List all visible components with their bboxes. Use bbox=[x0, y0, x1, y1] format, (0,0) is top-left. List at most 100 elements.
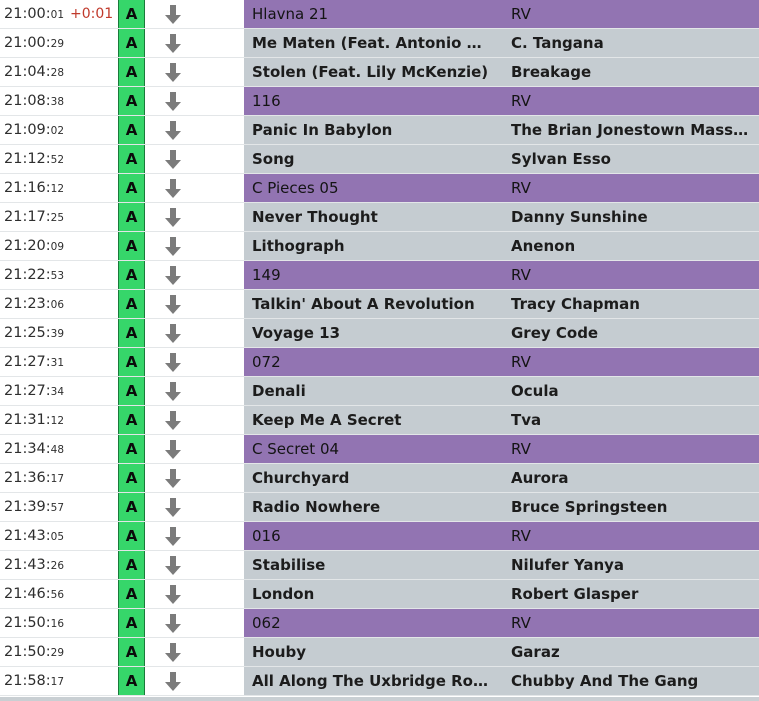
status-badge[interactable]: A bbox=[118, 290, 145, 318]
status-badge[interactable]: A bbox=[118, 667, 145, 695]
track-cell[interactable]: Me Maten (Feat. Antonio Ca... C. Tangana bbox=[244, 29, 759, 57]
arrow-down-icon[interactable] bbox=[162, 177, 184, 199]
status-badge[interactable]: A bbox=[118, 232, 145, 260]
arrow-down-icon[interactable] bbox=[162, 496, 184, 518]
status-badge[interactable]: A bbox=[118, 174, 145, 202]
arrow-down-icon[interactable] bbox=[162, 322, 184, 344]
track-cell[interactable]: Stabilise Nilufer Yanya bbox=[244, 551, 759, 579]
status-badge[interactable]: A bbox=[118, 261, 145, 289]
status-badge[interactable]: A bbox=[118, 87, 145, 115]
track-cell[interactable]: Song Sylvan Esso bbox=[244, 145, 759, 173]
arrow-down-icon[interactable] bbox=[162, 3, 184, 25]
playlist-row[interactable]: 21:50:16 A 062 RV bbox=[0, 609, 759, 638]
break-cell[interactable]: 149 RV bbox=[244, 261, 759, 289]
track-cell[interactable]: Churchyard Aurora bbox=[244, 464, 759, 492]
playlist-row[interactable]: 21:25:39 A Voyage 13 Grey Code bbox=[0, 319, 759, 348]
arrow-down-icon[interactable] bbox=[162, 438, 184, 460]
break-cell[interactable]: C Pieces 05 RV bbox=[244, 174, 759, 202]
status-badge[interactable]: A bbox=[118, 145, 145, 173]
status-badge[interactable]: A bbox=[118, 319, 145, 347]
arrow-down-icon[interactable] bbox=[162, 235, 184, 257]
arrow-down-icon[interactable] bbox=[162, 583, 184, 605]
track-cell[interactable]: Denali Ocula bbox=[244, 377, 759, 405]
track-artist: Danny Sunshine bbox=[511, 208, 648, 226]
track-cell[interactable]: All Along The Uxbridge Road Chubby And Th… bbox=[244, 667, 759, 695]
track-cell[interactable]: Houby Garaz bbox=[244, 638, 759, 666]
status-badge[interactable]: A bbox=[118, 435, 145, 463]
playlist-row[interactable]: 21:20:09 A Lithograph Anenon bbox=[0, 232, 759, 261]
break-cell[interactable]: 016 RV bbox=[244, 522, 759, 550]
status-badge[interactable]: A bbox=[118, 551, 145, 579]
playlist-row[interactable]: 21:58:17 A All Along The Uxbridge Road Chub… bbox=[0, 667, 759, 696]
track-cell[interactable]: Talkin' About A Revolution Tracy Chapman bbox=[244, 290, 759, 318]
status-badge[interactable]: A bbox=[118, 493, 145, 521]
status-badge[interactable]: A bbox=[118, 580, 145, 608]
arrow-down-icon[interactable] bbox=[162, 554, 184, 576]
arrow-down-icon[interactable] bbox=[162, 525, 184, 547]
playlist-row[interactable]: 21:43:05 A 016 RV bbox=[0, 522, 759, 551]
track-cell[interactable]: Keep Me A Secret Tva bbox=[244, 406, 759, 434]
playlist-row[interactable]: 21:00:29 A Me Maten (Feat. Antonio Ca... C.… bbox=[0, 29, 759, 58]
arrow-down-icon[interactable] bbox=[162, 641, 184, 663]
status-badge[interactable]: A bbox=[118, 406, 145, 434]
arrow-down-icon[interactable] bbox=[162, 264, 184, 286]
arrow-down-icon[interactable] bbox=[162, 467, 184, 489]
status-badge[interactable]: A bbox=[118, 58, 145, 86]
arrow-down-icon[interactable] bbox=[162, 670, 184, 692]
arrow-down-icon[interactable] bbox=[162, 612, 184, 634]
playlist-row[interactable]: 21:36:17 A Churchyard Aurora bbox=[0, 464, 759, 493]
arrow-down-icon[interactable] bbox=[162, 61, 184, 83]
break-cell[interactable]: 072 RV bbox=[244, 348, 759, 376]
status-badge[interactable]: A bbox=[118, 348, 145, 376]
playlist-row[interactable]: 21:12:52 A Song Sylvan Esso bbox=[0, 145, 759, 174]
arrow-down-icon[interactable] bbox=[162, 119, 184, 141]
status-badge[interactable]: A bbox=[118, 0, 145, 28]
arrow-down-icon[interactable] bbox=[162, 380, 184, 402]
track-cell[interactable]: Panic In Babylon The Brian Jonestown Mass… bbox=[244, 116, 759, 144]
playlist-row[interactable]: 21:27:31 A 072 RV bbox=[0, 348, 759, 377]
playlist-row[interactable]: 21:17:25 A Never Thought Danny Sunshine bbox=[0, 203, 759, 232]
playlist-row[interactable]: 21:22:53 A 149 RV bbox=[0, 261, 759, 290]
start-time-seconds: 25 bbox=[50, 212, 65, 224]
break-cell[interactable]: C Secret 04 RV bbox=[244, 435, 759, 463]
status-badge[interactable]: A bbox=[118, 464, 145, 492]
playlist-row[interactable]: 21:23:06 A Talkin' About A Revolution Tracy… bbox=[0, 290, 759, 319]
break-cell[interactable]: Hlavna 21 RV bbox=[244, 0, 759, 28]
status-badge[interactable]: A bbox=[118, 609, 145, 637]
arrow-down-icon[interactable] bbox=[162, 32, 184, 54]
track-cell[interactable]: London Robert Glasper bbox=[244, 580, 759, 608]
status-badge[interactable]: A bbox=[118, 638, 145, 666]
arrow-down-icon[interactable] bbox=[162, 351, 184, 373]
status-badge[interactable]: A bbox=[118, 203, 145, 231]
arrow-down-icon[interactable] bbox=[162, 409, 184, 431]
track-cell[interactable]: Never Thought Danny Sunshine bbox=[244, 203, 759, 231]
arrow-down-icon[interactable] bbox=[162, 206, 184, 228]
playlist-row[interactable]: 21:27:34 A Denali Ocula bbox=[0, 377, 759, 406]
track-cell[interactable]: Radio Nowhere Bruce Springsteen bbox=[244, 493, 759, 521]
status-badge[interactable]: A bbox=[118, 116, 145, 144]
playlist-row[interactable]: 21:46:56 A London Robert Glasper bbox=[0, 580, 759, 609]
arrow-down-icon[interactable] bbox=[162, 90, 184, 112]
playlist-row[interactable]: 21:09:02 A Panic In Babylon The Brian Jones… bbox=[0, 116, 759, 145]
arrow-down-icon[interactable] bbox=[162, 293, 184, 315]
playlist-row[interactable]: 21:08:38 A 116 RV bbox=[0, 87, 759, 116]
playlist-row[interactable]: 21:34:48 A C Secret 04 RV bbox=[0, 435, 759, 464]
start-time-hm: 21:43: bbox=[4, 557, 51, 573]
playlist-row[interactable]: 21:39:57 A Radio Nowhere Bruce Springsteen bbox=[0, 493, 759, 522]
playlist-row[interactable]: 21:31:12 A Keep Me A Secret Tva bbox=[0, 406, 759, 435]
status-badge[interactable]: A bbox=[118, 522, 145, 550]
status-badge[interactable]: A bbox=[118, 29, 145, 57]
playlist-row[interactable]: 21:16:12 A C Pieces 05 RV bbox=[0, 174, 759, 203]
track-cell[interactable]: Lithograph Anenon bbox=[244, 232, 759, 260]
track-title: Churchyard bbox=[252, 469, 350, 487]
playlist-row[interactable]: 21:43:26 A Stabilise Nilufer Yanya bbox=[0, 551, 759, 580]
break-cell[interactable]: 062 RV bbox=[244, 609, 759, 637]
playlist-row[interactable]: 21:00:01 +0:01 A Hlavna 21 RV bbox=[0, 0, 759, 29]
break-cell[interactable]: 116 RV bbox=[244, 87, 759, 115]
status-badge[interactable]: A bbox=[118, 377, 145, 405]
playlist-row[interactable]: 21:50:29 A Houby Garaz bbox=[0, 638, 759, 667]
track-cell[interactable]: Voyage 13 Grey Code bbox=[244, 319, 759, 347]
arrow-down-icon[interactable] bbox=[162, 148, 184, 170]
playlist-row[interactable]: 21:04:28 A Stolen (Feat. Lily McKenzie) Bre… bbox=[0, 58, 759, 87]
track-cell[interactable]: Stolen (Feat. Lily McKenzie) Breakage bbox=[244, 58, 759, 86]
